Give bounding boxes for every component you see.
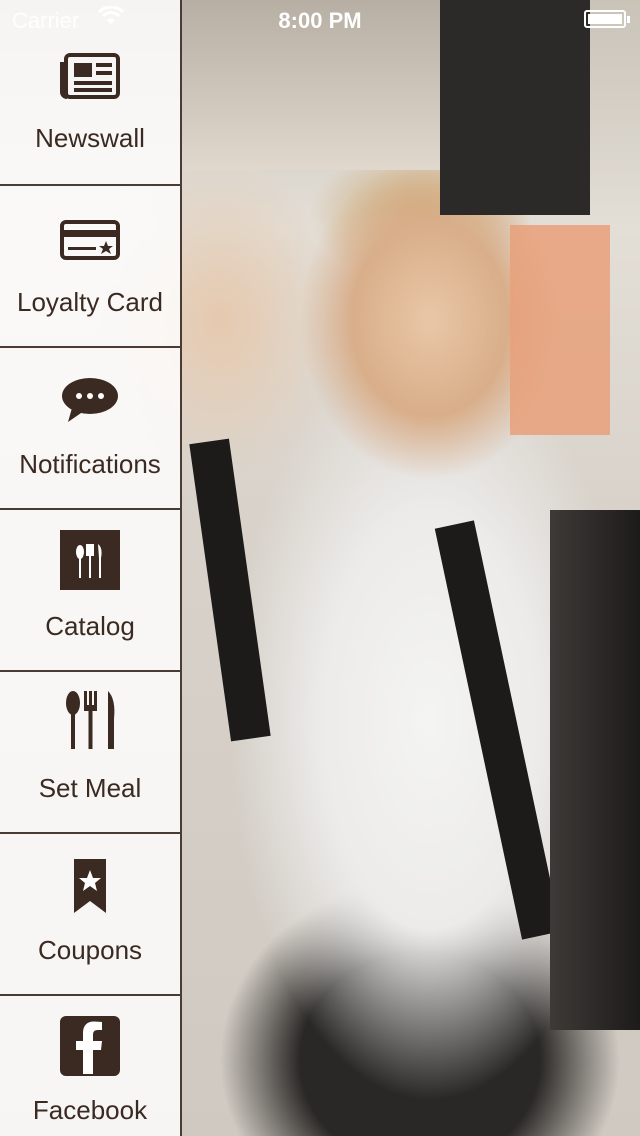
cutlery-square-icon [60,530,120,590]
menu-item-set-meal[interactable]: Set Meal [0,672,180,834]
status-bar: Carrier 8:00 PM [0,0,640,40]
menu-item-label: Set Meal [38,773,142,803]
side-menu: Newswall Loyalty Card Notifications Cata… [0,0,182,1136]
menu-item-facebook[interactable]: Facebook [0,996,180,1136]
spoon-fork-knife-icon [60,690,120,750]
facebook-icon [60,1016,120,1076]
menu-item-notifications[interactable]: Notifications [0,348,180,510]
loyalty-card-icon [60,210,120,270]
clock-time: 8:00 PM [278,8,362,33]
background-coffee-machine [550,510,640,1030]
chat-bubble-icon [60,370,120,430]
menu-item-catalog[interactable]: Catalog [0,510,180,672]
menu-item-label: Newswall [35,123,145,153]
menu-item-label: Coupons [37,935,143,965]
menu-item-coupons[interactable]: Coupons [0,834,180,996]
bookmark-star-icon [60,856,120,916]
menu-item-label: Facebook [32,1095,148,1125]
menu-item-label: Loyalty Card [17,287,163,317]
background-tie-right [434,520,562,940]
menu-item-label: Notifications [19,449,161,479]
battery-icon [584,10,630,28]
menu-item-label: Catalog [45,611,135,641]
background-tie-left [189,438,271,742]
newspaper-icon [60,46,120,106]
menu-item-loyalty-card[interactable]: Loyalty Card [0,186,180,348]
background-note-board [510,225,610,435]
